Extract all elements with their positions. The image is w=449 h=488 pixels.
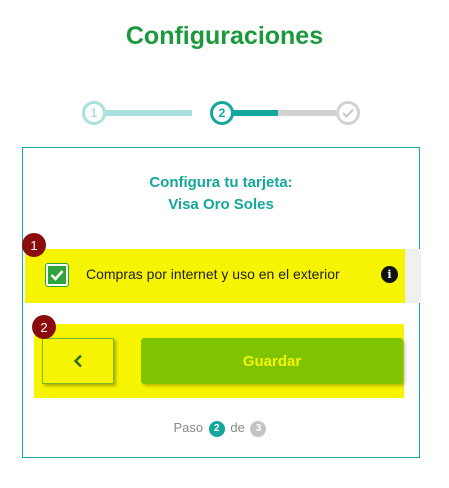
step-1-indicator: 1: [82, 101, 106, 125]
page-title: Configuraciones: [125, 22, 324, 50]
stepper-line-pending: [278, 110, 336, 116]
check-icon: [342, 108, 354, 118]
info-icon[interactable]: i: [381, 266, 398, 283]
progress-stepper: 1 2: [82, 99, 364, 127]
step-2-indicator: 2: [210, 101, 234, 125]
total-steps-badge: 3: [250, 420, 267, 437]
annotation-badge-2: 2: [32, 315, 56, 339]
actions-row: Guardar: [34, 324, 404, 398]
step-connector: de: [230, 420, 245, 435]
chevron-left-icon: [73, 354, 82, 368]
option-label: Compras por internet y uso en el exterio…: [86, 266, 340, 282]
back-button[interactable]: [42, 338, 114, 384]
internet-abroad-checkbox[interactable]: [45, 263, 69, 287]
annotation-badge-1: 1: [22, 233, 46, 257]
current-step-badge: 2: [208, 420, 225, 437]
checkmark-icon: [50, 270, 64, 281]
internet-abroad-option[interactable]: Compras por internet y uso en el exterio…: [25, 249, 421, 303]
step-prefix: Paso: [173, 420, 204, 435]
step-3-indicator: [336, 101, 360, 125]
card-name: Visa Oro Soles: [168, 196, 274, 213]
configuration-card: Configura tu tarjeta: Visa Oro Soles Com…: [22, 147, 421, 458]
step-counter: Paso 2 de 3: [23, 420, 419, 437]
card-subtitle: Configura tu tarjeta:: [149, 174, 293, 191]
stepper-line-completed: [106, 110, 192, 116]
save-button[interactable]: Guardar: [141, 338, 403, 384]
